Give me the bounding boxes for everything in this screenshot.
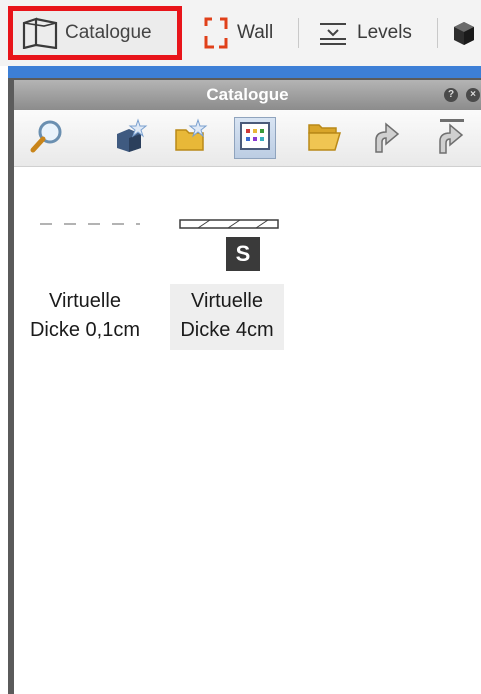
new-object-icon xyxy=(113,117,149,159)
levels-button-label: Levels xyxy=(357,22,412,43)
item-name-line2: Dicke 4cm xyxy=(180,319,274,341)
main-toolbar: Catalogue Wall Levels xyxy=(0,0,481,66)
catalogue-button-label: Catalogue xyxy=(65,22,152,43)
close-icon[interactable]: × xyxy=(466,88,480,102)
status-badge: S xyxy=(226,237,260,271)
thin-wall-preview xyxy=(28,212,142,304)
open-folder-icon xyxy=(306,119,344,158)
search-button[interactable] xyxy=(26,117,68,159)
catalogue-panel: Catalogue ? × xyxy=(14,80,481,694)
wall-button[interactable]: Wall xyxy=(203,12,273,54)
panel-toolbar xyxy=(14,110,481,167)
item-name-line2: Dicke 0,1cm xyxy=(29,319,141,341)
new-object-button[interactable] xyxy=(110,117,152,159)
catalogue-button[interactable]: Catalogue xyxy=(8,6,182,60)
wall-icon xyxy=(203,16,229,50)
catalogue-item[interactable]: Virtuelle Dicke 4cm xyxy=(170,212,284,350)
grid-view-button[interactable] xyxy=(234,117,276,159)
cube-icon xyxy=(450,18,478,48)
up-arrow-icon xyxy=(370,118,404,159)
open-folder-button[interactable] xyxy=(304,117,346,159)
panel-accent-bar xyxy=(8,66,481,78)
help-icon[interactable]: ? xyxy=(444,88,458,102)
up-to-top-button[interactable] xyxy=(430,117,472,159)
grid-view-icon xyxy=(240,121,270,155)
3d-view-button[interactable] xyxy=(450,12,478,54)
toolbar-divider xyxy=(298,18,299,48)
toolbar-divider xyxy=(437,18,438,48)
search-icon xyxy=(29,118,65,159)
new-folder-button[interactable] xyxy=(170,117,212,159)
new-folder-icon xyxy=(173,117,209,159)
catalogue-book-icon xyxy=(21,17,59,49)
panel-title-bar[interactable]: Catalogue ? × xyxy=(14,80,481,110)
wall-button-label: Wall xyxy=(237,22,274,43)
up-button[interactable] xyxy=(366,117,408,159)
levels-button[interactable]: Levels xyxy=(318,12,412,54)
catalogue-item[interactable]: Virtuelle Dicke 0,1cm xyxy=(28,212,142,350)
panel-title: Catalogue xyxy=(206,85,289,104)
levels-icon xyxy=(318,18,348,48)
up-top-icon xyxy=(434,117,468,160)
